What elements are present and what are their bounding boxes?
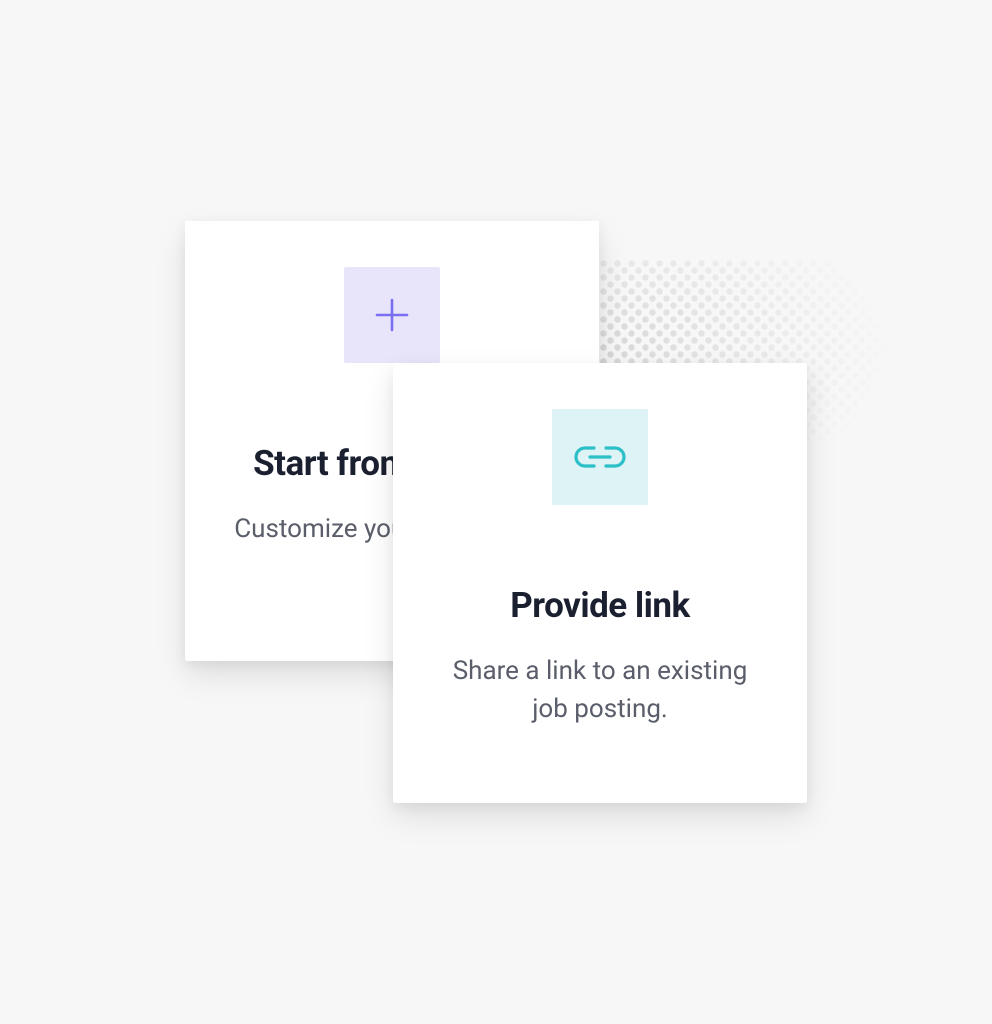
link-icon-tile [552,409,648,505]
plus-icon-tile [344,267,440,363]
plus-icon [372,295,412,335]
link-icon [572,442,628,472]
card-link-title: Provide link [510,585,689,626]
card-link-description: Share a link to an existing job posting. [440,652,760,729]
card-provide-link[interactable]: Provide link Share a link to an existing… [393,363,807,803]
